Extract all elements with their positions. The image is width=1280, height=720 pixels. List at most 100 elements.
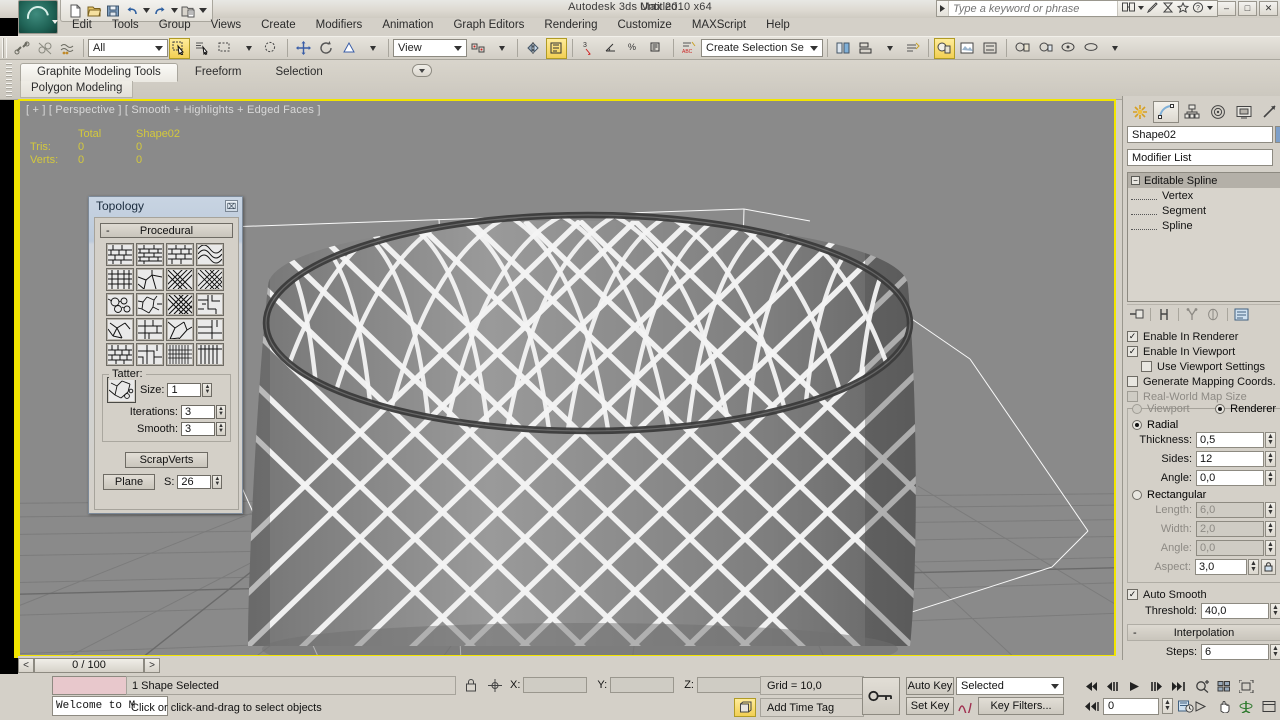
auto-key-button[interactable]: Auto Key [906, 677, 954, 695]
coord-y-field[interactable] [610, 677, 675, 693]
set-key-mode-icon[interactable] [862, 677, 900, 715]
bind-to-space-warp-icon[interactable] [57, 38, 78, 59]
pattern-diamond-mesh[interactable] [165, 293, 194, 316]
binoculars-icon[interactable] [1122, 2, 1135, 15]
radial-angle-spinner[interactable]: ▲ ▼ [1265, 469, 1276, 486]
radial-thickness-spinner[interactable]: ▲ ▼ [1265, 431, 1276, 448]
zoom-all-icon[interactable] [1214, 677, 1235, 695]
menu-help[interactable]: Help [756, 18, 800, 32]
reference-coord-combo[interactable]: View [393, 39, 467, 57]
ribbon-minimize-button[interactable] [412, 64, 432, 77]
menu-customize[interactable]: Customize [607, 18, 681, 32]
enable-in-viewport-checkbox[interactable]: ✓ [1127, 346, 1138, 357]
time-slider-thumb[interactable]: 0 / 100 [34, 657, 144, 673]
zoom-icon[interactable] [1192, 677, 1213, 695]
add-time-tag-button[interactable]: Add Time Tag [760, 698, 864, 717]
spinner-snap-icon[interactable] [647, 38, 668, 59]
enable-in-renderer-checkbox[interactable]: ✓ [1127, 331, 1138, 342]
ribbon-panel-polygon-modeling[interactable]: Polygon Modeling [20, 81, 134, 98]
mirror-icon[interactable] [523, 38, 544, 59]
pattern-stripes[interactable] [195, 343, 224, 366]
hourglass-icon[interactable] [1162, 2, 1174, 16]
cp-tab-motion[interactable] [1205, 101, 1231, 123]
selection-set-combo[interactable]: Create Selection Se [701, 39, 823, 57]
render-dropdown-icon[interactable] [1104, 38, 1125, 59]
rectangular-radio[interactable] [1132, 490, 1142, 500]
plane-s-field[interactable]: 26 [177, 475, 212, 489]
set-key-button[interactable]: Set Key [906, 697, 954, 715]
toolbar-grip[interactable] [2, 38, 7, 58]
menu-modifiers[interactable]: Modifiers [306, 18, 373, 32]
pattern-herringbone[interactable] [135, 343, 164, 366]
pan-view-icon[interactable] [1214, 697, 1235, 715]
use-viewport-settings-row[interactable]: Use Viewport Settings [1127, 359, 1280, 374]
align-icon[interactable] [546, 37, 567, 59]
tatter-smooth-field[interactable]: 3 [181, 422, 215, 436]
pattern-brick-running[interactable] [135, 243, 164, 266]
plane-button[interactable]: Plane [103, 474, 155, 490]
pattern-shatter[interactable] [135, 268, 164, 291]
radial-thickness-field[interactable]: 0,5 [1196, 431, 1264, 448]
topology-dialog[interactable]: Topology ⌧ - Procedural Tatter: Size: 1 … [88, 196, 243, 514]
pattern-panel-split[interactable] [135, 318, 164, 341]
stack-item-vertex[interactable]: Vertex [1128, 188, 1280, 203]
renderer-radio-row[interactable]: Renderer [1215, 403, 1276, 415]
snaps-toggle-icon[interactable]: 3 [578, 38, 599, 59]
modifier-list-combo[interactable]: Modifier List [1127, 149, 1273, 166]
tatter-iterations-field[interactable]: 3 [181, 405, 215, 419]
mirror-tool-icon[interactable] [833, 38, 854, 59]
zoom-extents-icon[interactable] [1236, 677, 1257, 695]
stack-item-editable-spline[interactable]: − Editable Spline [1128, 173, 1280, 188]
tatter-smooth-spinner[interactable]: ▲ ▼ [216, 422, 226, 436]
viewport-label[interactable]: [ + ] [ Perspective ] [ Smooth + Highlig… [26, 104, 321, 116]
cp-tab-display[interactable] [1231, 101, 1257, 123]
modifier-stack[interactable]: − Editable Spline Vertex Segment Spline [1127, 172, 1280, 302]
enable-in-renderer-row[interactable]: ✓ Enable In Renderer [1127, 329, 1280, 344]
pattern-blocks[interactable] [195, 318, 224, 341]
aspect-lock-icon[interactable] [1261, 558, 1276, 575]
render-frame-window-icon[interactable] [980, 38, 1001, 59]
named-selection-icon[interactable]: ABC [679, 38, 700, 59]
current-frame-field[interactable]: 0 [1103, 697, 1159, 715]
help-dropdown-icon[interactable] [1207, 5, 1213, 12]
select-and-scale-icon[interactable] [339, 38, 360, 59]
pattern-crackle[interactable] [105, 293, 134, 316]
scale-dropdown-icon[interactable] [362, 38, 383, 59]
tatter-size-field[interactable]: 1 [167, 383, 202, 397]
pattern-spiderweb[interactable] [105, 318, 134, 341]
use-pivot-center-icon[interactable] [468, 38, 489, 59]
select-link-icon[interactable] [11, 38, 32, 59]
go-to-start-icon[interactable] [1080, 677, 1101, 695]
tatter-preview-icon[interactable] [107, 377, 136, 403]
radial-radio[interactable] [1132, 420, 1142, 430]
coord-x-field[interactable] [523, 677, 588, 693]
menu-graph-editors[interactable]: Graph Editors [443, 18, 534, 32]
procedural-rollout-header[interactable]: - Procedural [100, 223, 233, 238]
tatter-size-spinner[interactable]: ▲ ▼ [202, 383, 213, 397]
menu-views[interactable]: Views [201, 18, 251, 32]
pattern-weave-diagonal[interactable] [195, 243, 224, 266]
parameter-curve-icon[interactable] [956, 697, 976, 715]
pattern-parquet[interactable] [105, 343, 134, 366]
select-object-icon[interactable] [169, 37, 190, 59]
interpolation-steps-spinner[interactable]: ▲ ▼ [1270, 643, 1280, 660]
enable-in-viewport-row[interactable]: ✓ Enable In Viewport [1127, 344, 1280, 359]
go-to-end-icon[interactable] [1168, 677, 1189, 695]
configure-modifier-sets-icon[interactable] [1232, 306, 1251, 323]
radial-sides-spinner[interactable]: ▲ ▼ [1265, 450, 1276, 467]
search-input[interactable] [949, 1, 1117, 16]
pattern-crosshatch[interactable] [195, 268, 224, 291]
maximize-viewport-icon[interactable] [1258, 697, 1279, 715]
tab-graphite-modeling-tools[interactable]: Graphite Modeling Tools [20, 63, 178, 82]
select-by-name-icon[interactable] [192, 38, 213, 59]
rectangular-region-icon[interactable] [215, 38, 236, 59]
cp-tab-hierarchy[interactable] [1179, 101, 1205, 123]
select-and-move-icon[interactable] [293, 38, 314, 59]
field-of-view-icon[interactable] [1192, 697, 1213, 715]
menu-create[interactable]: Create [251, 18, 306, 32]
pencil-icon[interactable] [1146, 1, 1159, 16]
selection-filter-combo[interactable]: All [88, 39, 168, 57]
circular-region-icon[interactable] [261, 38, 282, 59]
binoculars-dropdown-icon[interactable] [1138, 5, 1144, 12]
generate-mapping-coords-row[interactable]: Generate Mapping Coords. [1127, 374, 1280, 389]
